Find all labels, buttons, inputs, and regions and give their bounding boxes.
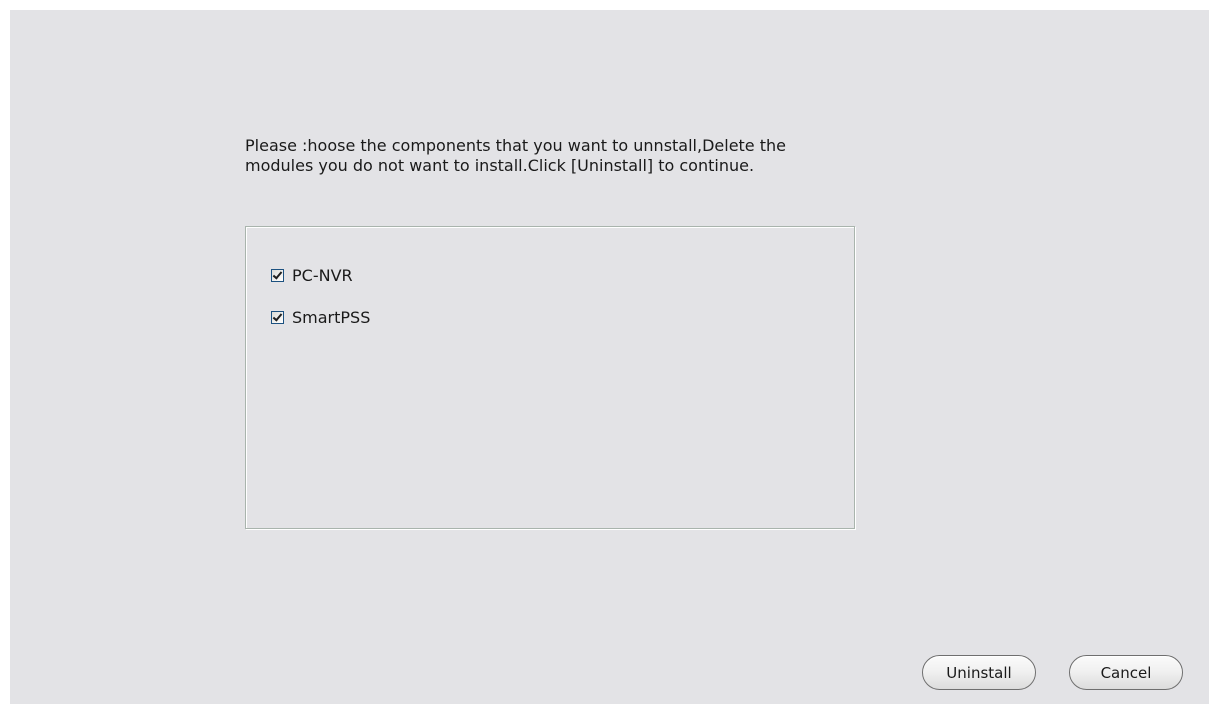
instruction-text: Please :hoose the components that you wa… [245, 136, 885, 176]
pc-nvr-checkbox[interactable] [271, 268, 284, 282]
component-item-pc-nvr[interactable]: PC-NVR [271, 265, 353, 285]
component-label: SmartPSS [292, 307, 371, 327]
smartpss-checkbox[interactable] [271, 310, 284, 324]
instruction-line-1: Please :hoose the components that you wa… [245, 136, 786, 155]
component-item-smartpss[interactable]: SmartPSS [271, 307, 370, 327]
component-label: PC-NVR [292, 265, 353, 285]
uninstall-dialog: Please :hoose the components that you wa… [10, 10, 1209, 704]
uninstall-button[interactable]: Uninstall [922, 655, 1036, 690]
cancel-button[interactable]: Cancel [1069, 655, 1183, 690]
component-list: PC-NVR SmartPSS [245, 226, 855, 529]
instruction-line-2: modules you do not want to install.Click… [245, 156, 755, 175]
